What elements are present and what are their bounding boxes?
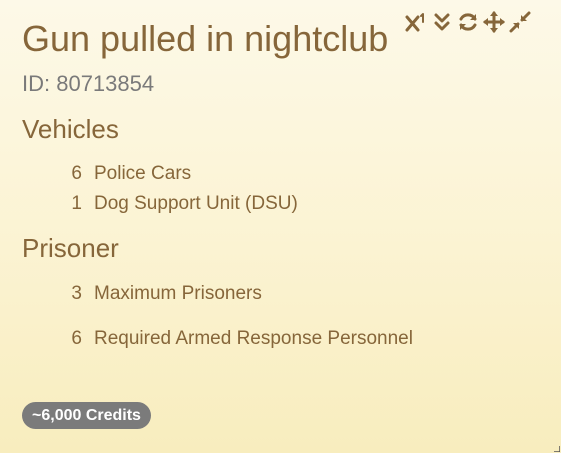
resize-handle-icon[interactable]: [554, 446, 560, 452]
vehicle-requirement-row: 6 Police Cars: [60, 163, 191, 185]
vehicles-heading: Vehicles: [22, 114, 119, 144]
prisoner-heading: Prisoner: [22, 233, 119, 263]
mission-title: Gun pulled in nightclub: [22, 18, 389, 59]
prisoner-requirement-row: 3 Maximum Prisoners: [60, 283, 262, 305]
prisoner-requirement-row: 6 Required Armed Response Personnel: [60, 328, 413, 350]
mission-toolbar: [405, 10, 531, 34]
chevron-double-down-icon[interactable]: [431, 10, 453, 34]
move-icon[interactable]: [483, 10, 505, 34]
requirement-count: 3: [71, 283, 82, 304]
requirement-label: Dog Support Unit (DSU): [94, 193, 298, 214]
credits-badge: ~6,000 Credits: [22, 402, 151, 429]
requirement-label: Required Armed Response Personnel: [94, 328, 413, 349]
requirement-count: 6: [71, 328, 82, 349]
requirement-label: Maximum Prisoners: [94, 283, 262, 304]
compress-icon[interactable]: [509, 10, 531, 34]
mission-id: ID: 80713854: [22, 71, 155, 96]
requirement-count: 1: [71, 193, 82, 214]
refresh-icon[interactable]: [457, 10, 479, 34]
requirement-count: 6: [71, 163, 82, 184]
vehicle-requirement-row: 1 Dog Support Unit (DSU): [60, 193, 298, 215]
superscript-icon[interactable]: [405, 10, 427, 34]
requirement-label: Police Cars: [94, 163, 192, 184]
